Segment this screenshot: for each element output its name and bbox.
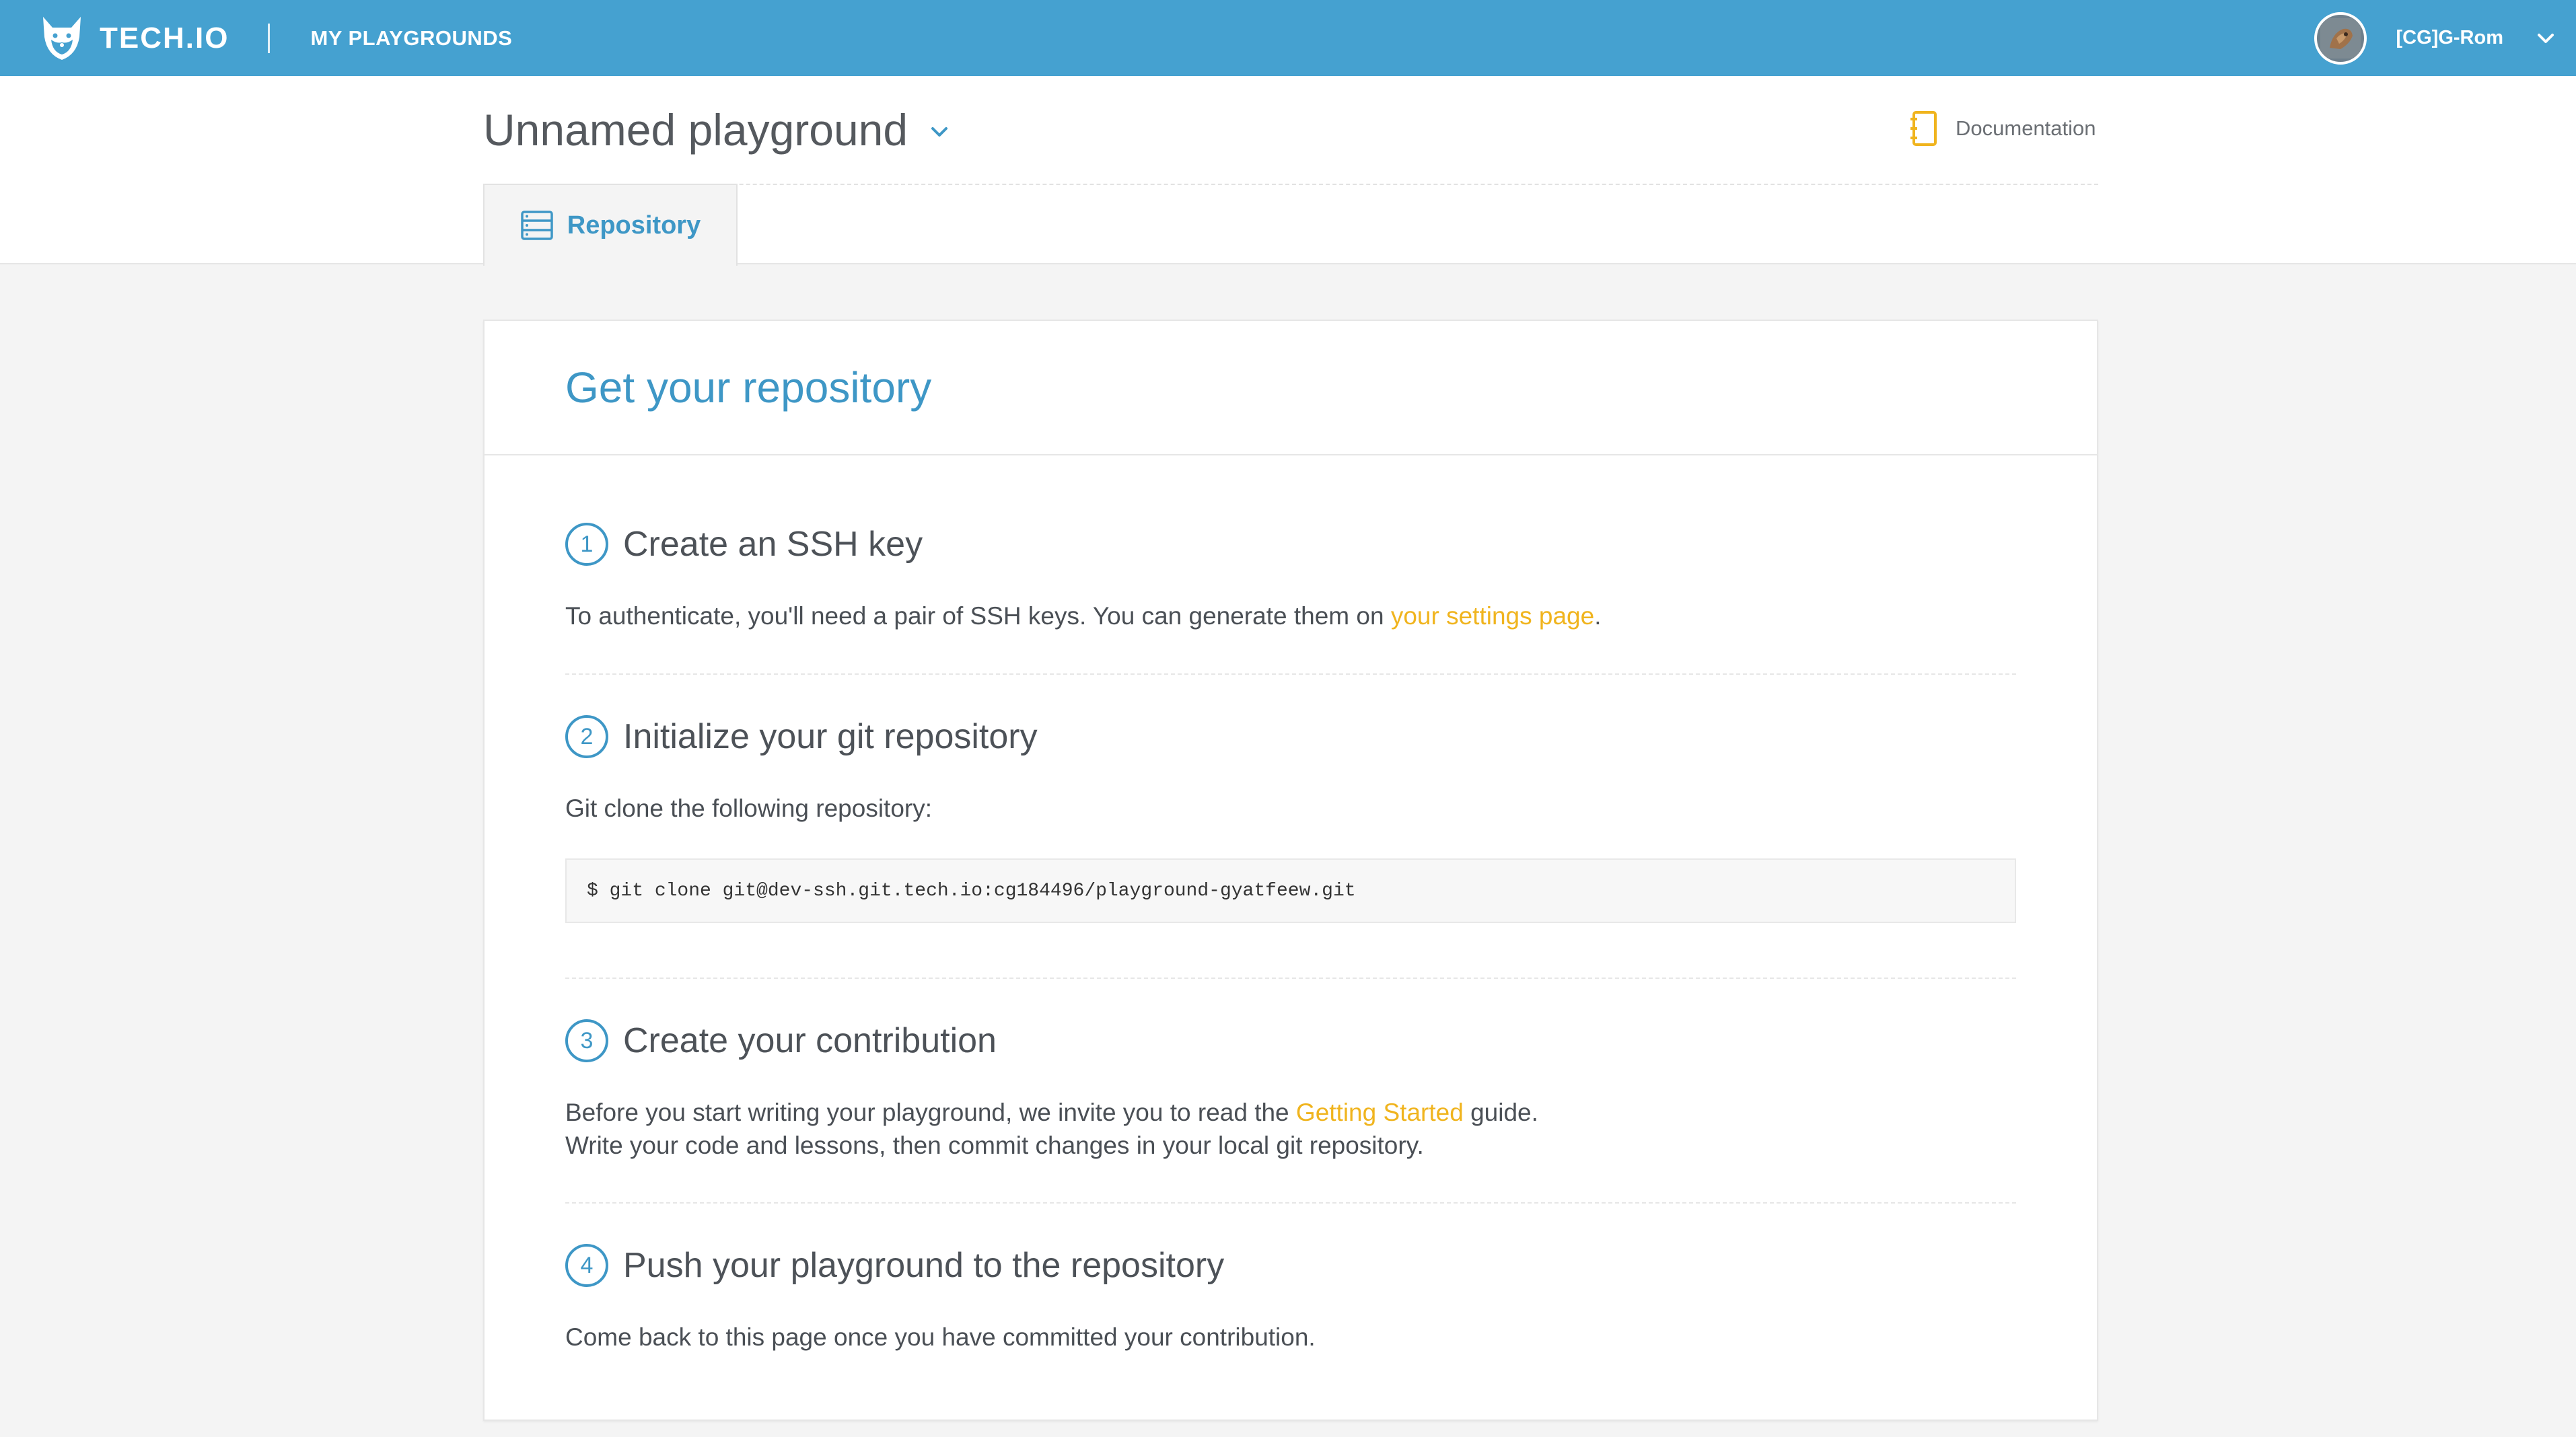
- step-divider: [565, 1202, 2016, 1204]
- step-1: 1 Create an SSH key To authenticate, you…: [565, 523, 2016, 632]
- techio-logo[interactable]: TECH.IO: [38, 13, 229, 64]
- documentation-link[interactable]: Documentation: [1908, 110, 2096, 147]
- card-header: Get your repository: [485, 321, 2097, 455]
- step-text-after: .: [1594, 602, 1602, 630]
- tab-repository-label: Repository: [567, 211, 701, 239]
- step-header: 1 Create an SSH key: [565, 523, 2016, 566]
- step-title: Initialize your git repository: [623, 717, 1038, 756]
- step-header: 3 Create your contribution: [565, 1019, 2016, 1062]
- page-header: Unnamed playground Documentation Reposit…: [0, 76, 2576, 266]
- tab-repository[interactable]: Repository: [483, 184, 738, 266]
- git-clone-command[interactable]: $ git clone git@dev-ssh.git.tech.io:cg18…: [565, 858, 2016, 923]
- step-number: 2: [565, 715, 608, 758]
- step-text-before: To authenticate, you'll need a pair of S…: [565, 602, 1391, 630]
- fox-logo-icon: [43, 16, 81, 60]
- page-title: Unnamed playground: [483, 105, 908, 155]
- user-menu[interactable]: [CG]G-Rom: [2314, 11, 2556, 65]
- step-text: Before you start writing your playground…: [565, 1096, 2016, 1162]
- chevron-down-icon[interactable]: [2536, 28, 2556, 48]
- step-number: 1: [565, 523, 608, 566]
- step-3: 3 Create your contribution Before you st…: [565, 1019, 2016, 1162]
- step-number: 4: [565, 1244, 608, 1287]
- server-icon: [521, 211, 553, 240]
- nav-divider: [268, 23, 271, 53]
- step-divider: [565, 978, 2016, 979]
- step-text: Come back to this page once you have com…: [565, 1323, 1316, 1351]
- documentation-label: Documentation: [1956, 116, 2096, 140]
- step-2: 2 Initialize your git repository Git clo…: [565, 715, 2016, 923]
- step-title: Create an SSH key: [623, 525, 923, 564]
- step-text-after: guide.: [1463, 1099, 1538, 1126]
- my-playgrounds-link[interactable]: MY PLAYGROUNDS: [310, 26, 512, 50]
- step-text: Git clone the following repository:: [565, 795, 932, 822]
- top-navbar: TECH.IO MY PLAYGROUNDS [CG]G-Rom: [0, 0, 2576, 76]
- step-text-line2: Write your code and lessons, then commit…: [565, 1132, 1424, 1159]
- card-title: Get your repository: [565, 363, 932, 412]
- avatar[interactable]: [2314, 11, 2367, 65]
- step-4: 4 Push your playground to the repository…: [565, 1244, 2016, 1354]
- playground-title[interactable]: Unnamed playground: [483, 104, 951, 155]
- step-text: To authenticate, you'll need a pair of S…: [565, 599, 2016, 632]
- step-title: Create your contribution: [623, 1021, 997, 1060]
- step-title: Push your playground to the repository: [623, 1246, 1225, 1285]
- chevron-down-icon[interactable]: [928, 120, 951, 143]
- step-header: 4 Push your playground to the repository: [565, 1244, 2016, 1287]
- getting-started-link[interactable]: Getting Started: [1296, 1099, 1464, 1126]
- step-number: 3: [565, 1019, 608, 1062]
- brand-name: TECH.IO: [100, 21, 229, 54]
- settings-page-link[interactable]: your settings page: [1391, 602, 1594, 630]
- step-divider: [565, 673, 2016, 675]
- step-header: 2 Initialize your git repository: [565, 715, 2016, 758]
- repository-card: Get your repository 1 Create an SSH key …: [483, 320, 2098, 1421]
- user-avatar-image: [2320, 17, 2361, 59]
- notebook-icon: [1910, 111, 1937, 146]
- step-text-before: Before you start writing your playground…: [565, 1099, 1296, 1126]
- username[interactable]: [CG]G-Rom: [2396, 27, 2503, 49]
